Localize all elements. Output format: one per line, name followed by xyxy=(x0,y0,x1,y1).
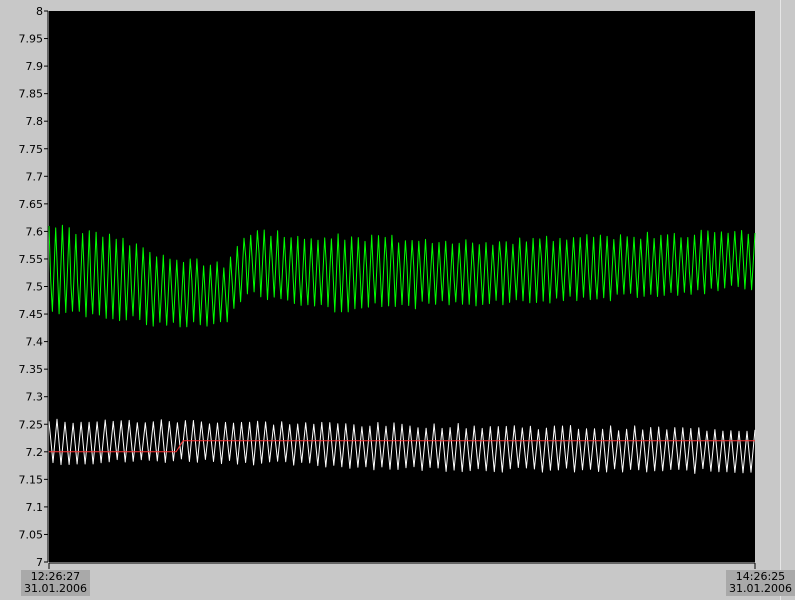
y-tick-label: 7.3 xyxy=(26,391,44,404)
y-tick-label: 7.45 xyxy=(19,308,44,321)
y-tick-label: 7.9 xyxy=(26,60,44,73)
y-tick-label: 7.05 xyxy=(19,528,44,541)
y-tick-label: 7.4 xyxy=(26,336,44,349)
y-tick-label: 7.55 xyxy=(19,253,44,266)
y-tick-label: 7.7 xyxy=(26,170,44,183)
y-tick-label: 8 xyxy=(36,5,43,18)
x-axis-start-label: 12:26:27 31.01.2006 xyxy=(21,570,90,596)
scroll-strip xyxy=(780,0,795,600)
y-tick-label: 7.95 xyxy=(19,33,44,46)
x-axis-start-date: 31.01.2006 xyxy=(24,582,87,595)
y-tick-label: 7.65 xyxy=(19,198,44,211)
y-tick-label: 7 xyxy=(36,556,43,569)
y-tick-label: 7.85 xyxy=(19,88,44,101)
y-tick-label: 7.2 xyxy=(26,446,44,459)
y-tick-label: 7.15 xyxy=(19,473,44,486)
x-axis-end-date: 31.01.2006 xyxy=(729,582,792,595)
chart: 8 7.95 7.9 7.85 7.8 7.75 7.7 7.65 7.6 7.55 7.5 7.45… xyxy=(19,5,756,569)
x-axis-end-label: 14:26:25 31.01.2006 xyxy=(726,570,795,596)
y-tick-label: 7.8 xyxy=(26,115,44,128)
y-tick-label: 7.5 xyxy=(26,281,44,294)
y-tick-label: 7.6 xyxy=(26,225,44,238)
y-tick-label: 7.75 xyxy=(19,143,44,156)
y-tick-label: 7.25 xyxy=(19,418,44,431)
y-tick-label: 7.35 xyxy=(19,363,44,376)
y-tick-label: 7.1 xyxy=(26,501,44,514)
